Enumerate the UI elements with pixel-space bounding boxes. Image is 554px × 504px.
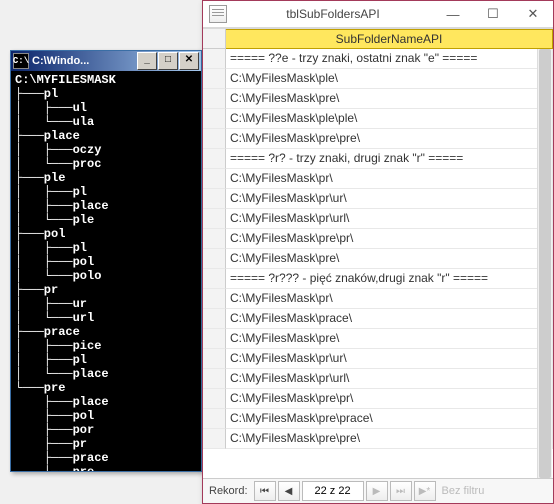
cell[interactable]: C:\MyFilesMask\pre\ xyxy=(226,249,553,269)
cell[interactable]: C:\MyFilesMask\pre\prace\ xyxy=(226,409,553,429)
row-selector[interactable] xyxy=(203,369,226,389)
cell[interactable]: C:\MyFilesMask\prace\ xyxy=(226,309,553,329)
cell[interactable]: C:\MyFilesMask\pre\pre\ xyxy=(226,129,553,149)
datasheet-grid: SubFolderNameAPI ===== ??e - trzy znaki,… xyxy=(203,28,553,478)
row-selector[interactable] xyxy=(203,169,226,189)
table-row[interactable]: C:\MyFilesMask\pr\ xyxy=(203,169,553,189)
datasheet-icon xyxy=(209,5,227,23)
row-selector[interactable] xyxy=(203,409,226,429)
table-row[interactable]: C:\MyFilesMask\pr\url\ xyxy=(203,369,553,389)
cell[interactable]: C:\MyFilesMask\pre\pr\ xyxy=(226,389,553,409)
cell[interactable]: C:\MyFilesMask\pr\ xyxy=(226,289,553,309)
table-row[interactable]: C:\MyFilesMask\pre\ xyxy=(203,89,553,109)
row-selector[interactable] xyxy=(203,329,226,349)
scrollbar-thumb[interactable] xyxy=(539,49,551,478)
grid-header-row: SubFolderNameAPI xyxy=(203,29,553,49)
cmd-icon: C:\ xyxy=(13,53,29,69)
minimize-button[interactable]: — xyxy=(433,1,473,27)
table-row[interactable]: ===== ?r? - trzy znaki, drugi znak "r" =… xyxy=(203,149,553,169)
console-window: C:\ C:\Windo... _ □ ✕ C:\MYFILESMASK ├──… xyxy=(10,50,202,472)
row-selector[interactable] xyxy=(203,49,226,69)
select-all-corner[interactable] xyxy=(203,29,226,49)
row-selector[interactable] xyxy=(203,69,226,89)
nav-position-input[interactable] xyxy=(302,481,364,501)
nav-filter-label: Bez filtru xyxy=(442,485,485,497)
row-selector[interactable] xyxy=(203,229,226,249)
table-row[interactable]: C:\MyFilesMask\pre\pre\ xyxy=(203,129,553,149)
table-row[interactable]: ===== ??e - trzy znaki, ostatni znak "e"… xyxy=(203,49,553,69)
cell[interactable]: ===== ?r? - trzy znaki, drugi znak "r" =… xyxy=(226,149,553,169)
console-output: C:\MYFILESMASK ├───pl │ ├───ul │ └───ula… xyxy=(11,71,201,471)
cell[interactable]: C:\MyFilesMask\ple\ple\ xyxy=(226,109,553,129)
nav-last-button[interactable]: ⏭ xyxy=(390,481,412,501)
cell[interactable]: C:\MyFilesMask\pr\url\ xyxy=(226,209,553,229)
access-window: tblSubFoldersAPI — ☐ ✕ SubFolderNameAPI … xyxy=(202,0,554,504)
cell[interactable]: C:\MyFilesMask\ple\ xyxy=(226,69,553,89)
table-row[interactable]: C:\MyFilesMask\pre\ xyxy=(203,249,553,269)
table-row[interactable]: C:\MyFilesMask\pr\ xyxy=(203,289,553,309)
column-header[interactable]: SubFolderNameAPI xyxy=(226,29,553,49)
table-row[interactable]: C:\MyFilesMask\pre\prace\ xyxy=(203,409,553,429)
row-selector[interactable] xyxy=(203,269,226,289)
row-selector[interactable] xyxy=(203,289,226,309)
row-selector[interactable] xyxy=(203,309,226,329)
row-selector[interactable] xyxy=(203,89,226,109)
cell[interactable]: C:\MyFilesMask\pre\pre\ xyxy=(226,429,553,449)
table-row[interactable]: C:\MyFilesMask\pre\ xyxy=(203,329,553,349)
row-selector[interactable] xyxy=(203,209,226,229)
access-titlebar[interactable]: tblSubFoldersAPI — ☐ ✕ xyxy=(203,1,553,28)
cell[interactable]: C:\MyFilesMask\pr\ur\ xyxy=(226,189,553,209)
cell[interactable]: C:\MyFilesMask\pr\url\ xyxy=(226,369,553,389)
vertical-scrollbar[interactable] xyxy=(537,49,552,478)
console-window-controls: _ □ ✕ xyxy=(137,52,199,70)
cell[interactable]: C:\MyFilesMask\pr\ xyxy=(226,169,553,189)
maximize-button[interactable]: □ xyxy=(158,52,178,70)
access-window-controls: — ☐ ✕ xyxy=(433,1,553,27)
cell[interactable]: C:\MyFilesMask\pr\ur\ xyxy=(226,349,553,369)
table-row[interactable]: C:\MyFilesMask\ple\ple\ xyxy=(203,109,553,129)
nav-label: Rekord: xyxy=(209,485,248,497)
row-selector[interactable] xyxy=(203,109,226,129)
row-selector[interactable] xyxy=(203,129,226,149)
table-row[interactable]: C:\MyFilesMask\pre\pr\ xyxy=(203,229,553,249)
grid-body: ===== ??e - trzy znaki, ostatni znak "e"… xyxy=(203,49,553,478)
row-selector[interactable] xyxy=(203,149,226,169)
nav-prev-button[interactable]: ◀ xyxy=(278,481,300,501)
row-selector[interactable] xyxy=(203,189,226,209)
close-button[interactable]: ✕ xyxy=(179,52,199,70)
console-titlebar[interactable]: C:\ C:\Windo... _ □ ✕ xyxy=(11,51,201,71)
row-selector[interactable] xyxy=(203,429,226,449)
console-title: C:\Windo... xyxy=(32,55,137,67)
record-navigator: Rekord: ⏮ ◀ ▶ ⏭ ▶* Bez filtru xyxy=(203,478,553,503)
table-row[interactable]: C:\MyFilesMask\prace\ xyxy=(203,309,553,329)
close-button[interactable]: ✕ xyxy=(513,1,553,27)
cell[interactable]: C:\MyFilesMask\pre\ xyxy=(226,329,553,349)
row-selector[interactable] xyxy=(203,349,226,369)
access-title: tblSubFoldersAPI xyxy=(233,7,433,21)
cell[interactable]: ===== ??e - trzy znaki, ostatni znak "e"… xyxy=(226,49,553,69)
nav-first-button[interactable]: ⏮ xyxy=(254,481,276,501)
table-row[interactable]: C:\MyFilesMask\pre\pre\ xyxy=(203,429,553,449)
cell[interactable]: C:\MyFilesMask\pre\ xyxy=(226,89,553,109)
row-selector[interactable] xyxy=(203,389,226,409)
table-row[interactable]: C:\MyFilesMask\pr\ur\ xyxy=(203,189,553,209)
cell[interactable]: ===== ?r??? - pięć znaków,drugi znak "r"… xyxy=(226,269,553,289)
table-row[interactable]: C:\MyFilesMask\pr\ur\ xyxy=(203,349,553,369)
nav-new-button[interactable]: ▶* xyxy=(414,481,436,501)
table-row[interactable]: C:\MyFilesMask\ple\ xyxy=(203,69,553,89)
nav-next-button[interactable]: ▶ xyxy=(366,481,388,501)
table-row[interactable]: ===== ?r??? - pięć znaków,drugi znak "r"… xyxy=(203,269,553,289)
table-row[interactable]: C:\MyFilesMask\pr\url\ xyxy=(203,209,553,229)
cell[interactable]: C:\MyFilesMask\pre\pr\ xyxy=(226,229,553,249)
table-row[interactable]: C:\MyFilesMask\pre\pr\ xyxy=(203,389,553,409)
minimize-button[interactable]: _ xyxy=(137,52,157,70)
row-selector[interactable] xyxy=(203,249,226,269)
maximize-button[interactable]: ☐ xyxy=(473,1,513,27)
